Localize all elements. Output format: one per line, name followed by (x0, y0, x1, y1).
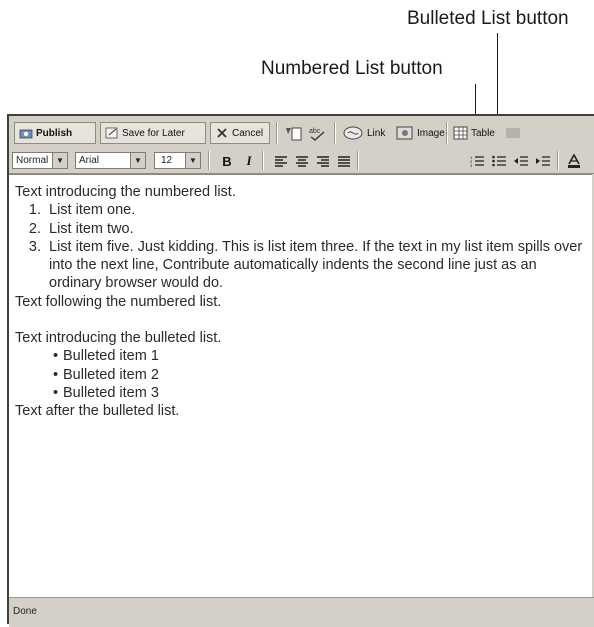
table-button[interactable]: Table (453, 122, 495, 144)
numbered-list-item: List item two. (45, 220, 589, 238)
toolbar-separator (276, 122, 278, 144)
paragraph-style-value: Normal (16, 155, 49, 166)
align-right-icon (317, 155, 329, 167)
justify-button[interactable] (334, 152, 354, 170)
paragraph-style-select[interactable]: Normal ▼ (12, 152, 68, 169)
justify-icon (338, 155, 350, 167)
numbered-list-item: List item one. (45, 201, 589, 219)
status-bar: Done (9, 597, 594, 627)
publish-button[interactable]: Publish (14, 122, 96, 144)
cancel-icon (217, 128, 227, 138)
chevron-down-icon: ▼ (185, 153, 200, 168)
document-editing-area[interactable]: Text introducing the numbered list. List… (9, 174, 592, 598)
bulleted-list-callout: Bulleted List button (407, 8, 569, 29)
publish-icon (19, 129, 33, 139)
numbered-list-item: List item five. Just kidding. This is li… (45, 238, 589, 293)
outdent-button[interactable] (511, 152, 531, 170)
link-label: Link (367, 127, 386, 139)
font-size-value: 12 (161, 155, 173, 166)
numbered-list-icon: 123 (470, 155, 484, 167)
indent-icon (536, 156, 550, 166)
bulleted-list-item: Bulleted item 2 (53, 366, 589, 385)
indent-button[interactable] (533, 152, 553, 170)
link-icon (343, 126, 363, 140)
svg-text:abc: abc (309, 128, 321, 135)
font-family-value: Arial (79, 155, 100, 166)
numbered-list-intro: Text introducing the numbered list. (15, 184, 236, 200)
spellcheck-button[interactable]: abc (307, 122, 329, 144)
table-properties-icon (506, 128, 520, 138)
cancel-button[interactable]: Cancel (210, 122, 270, 144)
toolbar-separator (446, 122, 448, 144)
chevron-down-icon: ▼ (130, 153, 145, 168)
bulleted-list-item: Bulleted item 3 (53, 384, 589, 403)
font-family-select[interactable]: Arial ▼ (75, 152, 146, 169)
more-toolbar-button[interactable] (506, 122, 520, 144)
toolbar-separator (208, 151, 210, 170)
save-for-later-button[interactable]: Save for Later (100, 122, 206, 144)
font-size-select[interactable]: 12 ▼ (154, 152, 201, 169)
text-color-icon (568, 154, 580, 168)
align-center-button[interactable] (292, 152, 312, 170)
image-button[interactable]: Image (395, 122, 445, 144)
toolbar-separator (357, 151, 359, 170)
table-icon (453, 126, 468, 140)
bold-button[interactable]: B (217, 152, 237, 170)
main-toolbar: Publish Save for Later Cancel abc Link I… (9, 116, 594, 150)
bulleted-list-button[interactable] (489, 152, 509, 170)
formatting-toolbar: Normal ▼ Arial ▼ 12 ▼ B I 123 (9, 149, 594, 174)
bulleted-list: Bulleted item 1 Bulleted item 2 Bulleted… (15, 347, 589, 402)
align-right-button[interactable] (313, 152, 333, 170)
document-content: Text introducing the numbered list. List… (15, 183, 589, 421)
cancel-label: Cancel (232, 127, 264, 139)
numbered-list-outro: Text following the numbered list. (15, 293, 222, 310)
status-text: Done (13, 606, 37, 617)
spellcheck-icon: abc (309, 128, 325, 141)
numbered-list-callout: Numbered List button (261, 58, 443, 79)
numbered-list-button[interactable]: 123 (467, 152, 487, 170)
numbered-list: List item one. List item two. List item … (15, 201, 589, 292)
bulleted-list-intro: Text introducing the bulleted list. (15, 330, 222, 347)
bulleted-list-outro: Text after the bulleted list. (15, 403, 180, 420)
image-label: Image (417, 127, 445, 139)
table-label: Table (471, 127, 495, 139)
publish-label: Publish (36, 127, 73, 139)
align-center-icon (296, 155, 308, 167)
new-page-icon (286, 127, 302, 141)
toolbar-separator (262, 151, 264, 170)
outdent-icon (514, 156, 528, 166)
bulleted-list-item: Bulleted item 1 (53, 347, 589, 366)
toolbar-separator (557, 151, 559, 170)
chevron-down-icon: ▼ (52, 153, 67, 168)
align-left-button[interactable] (271, 152, 291, 170)
contribute-editor-window: Publish Save for Later Cancel abc Link I… (7, 114, 594, 627)
insert-text-button[interactable] (283, 122, 305, 144)
italic-button[interactable]: I (239, 152, 259, 170)
save-icon (105, 127, 118, 139)
image-icon (396, 126, 413, 140)
link-button[interactable]: Link (341, 122, 385, 144)
bulleted-list-icon (492, 155, 506, 167)
text-color-button[interactable] (564, 152, 584, 170)
svg-text:3: 3 (470, 163, 473, 167)
align-left-icon (275, 155, 287, 167)
toolbar-separator (334, 122, 336, 144)
save-for-later-label: Save for Later (122, 127, 185, 139)
